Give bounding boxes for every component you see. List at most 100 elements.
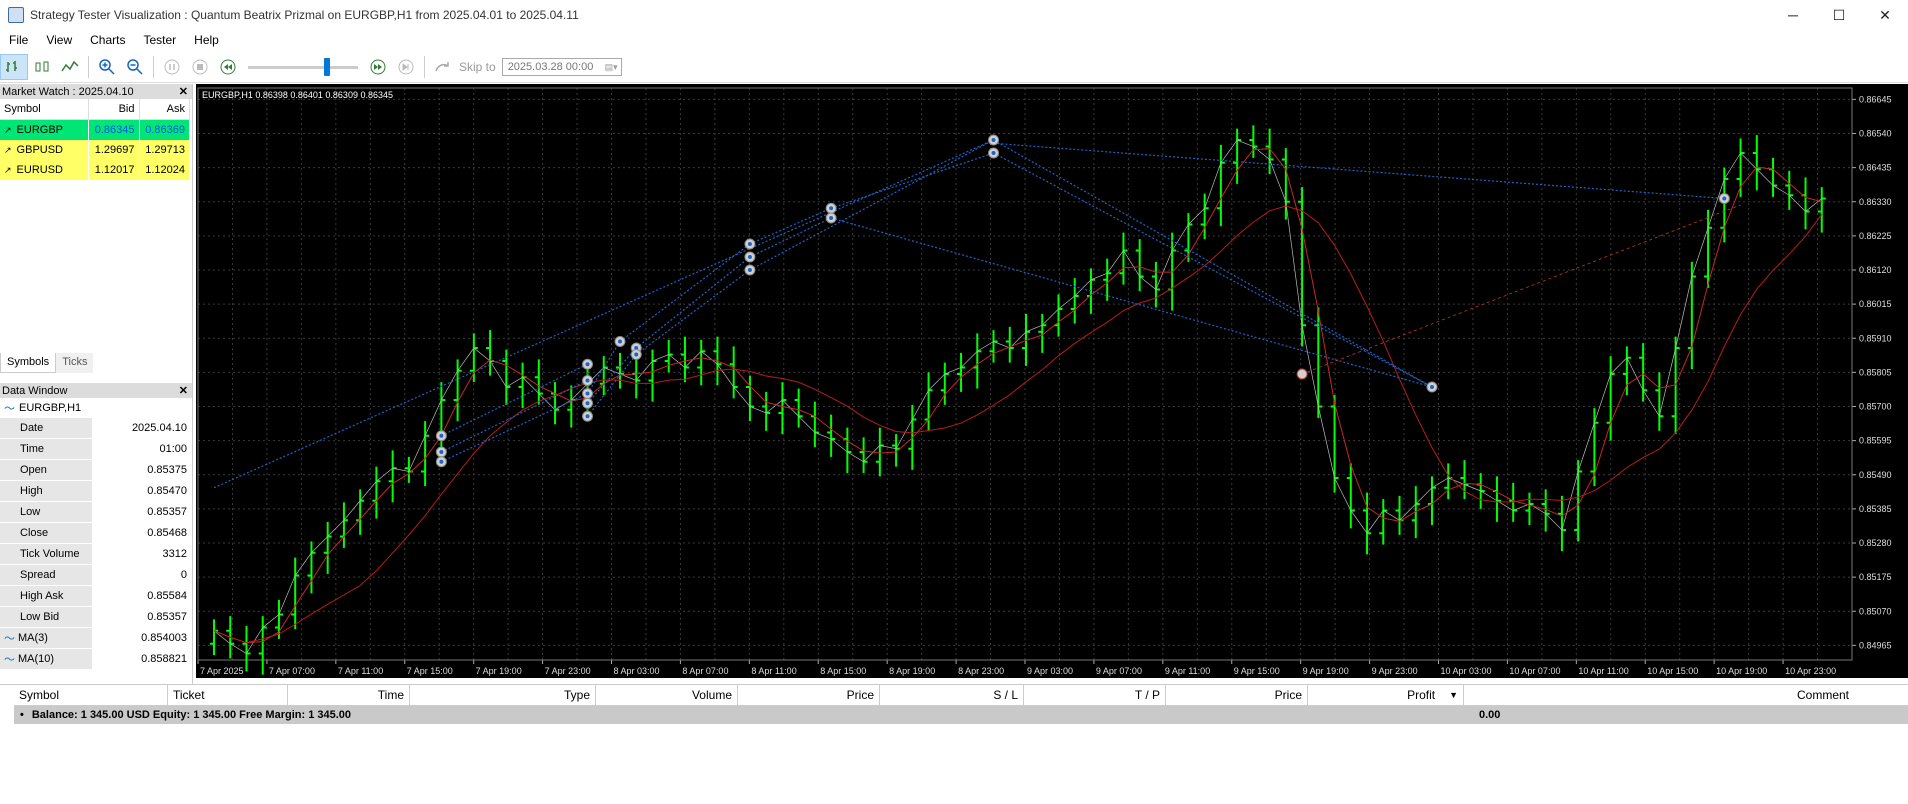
data-window-row: 〜 MA(10) 0.858821	[0, 649, 192, 670]
skip-to-date-field[interactable]: 2025.03.28 00:00 ▤▾	[501, 58, 622, 76]
x-tick-label: 7 Apr 15:00	[407, 666, 453, 676]
data-window-header: Data Window ✕	[0, 383, 192, 398]
ask-cell: 1.29713	[139, 140, 190, 160]
toolbar: Skip to 2025.03.28 00:00 ▤▾	[0, 52, 1908, 83]
orders-header: Symbol Ticket Time Type Volume Price S /…	[14, 685, 1908, 706]
data-window-key: Low Bid	[0, 607, 92, 627]
data-window-value: 0.85357	[147, 506, 187, 518]
line-chart-button[interactable]	[56, 54, 84, 80]
fast-forward-icon	[370, 59, 386, 75]
market-watch-row[interactable]: ↗ EURGBP 0.86345 0.86369	[0, 119, 190, 140]
y-tick-label: 0.86330	[1859, 197, 1892, 207]
data-window-value: 0.85375	[147, 464, 187, 476]
market-watch-tabs: Symbols Ticks	[0, 353, 192, 373]
data-window-close-icon[interactable]: ✕	[179, 384, 188, 397]
toolbar-divider	[424, 56, 425, 78]
data-window-row: High Ask 0.85584	[0, 586, 192, 607]
trade-marker-dot	[1722, 196, 1727, 201]
speed-up-button[interactable]	[364, 54, 392, 80]
menu-bar: File View Charts Tester Help	[0, 30, 1908, 50]
balance-bullet-icon: •	[20, 709, 24, 721]
line-chart-icon	[61, 60, 79, 72]
data-window-key-label: MA(3)	[18, 632, 48, 644]
zoom-in-icon	[99, 59, 115, 75]
tab-ticks[interactable]: Ticks	[56, 353, 94, 373]
data-window-row: Low 0.85357	[0, 502, 192, 523]
y-tick-label: 0.85910	[1859, 333, 1892, 343]
trade-panel: Symbol Ticket Time Type Volume Price S /…	[0, 684, 1908, 804]
y-tick-label: 0.85805	[1859, 367, 1892, 377]
data-window-key: Tick Volume	[0, 544, 92, 564]
data-window-value: 3312	[162, 548, 187, 560]
price-chart[interactable]: 0.86645 0.86540 0.86435 0.86330 0.86225 0.861…	[196, 84, 1908, 678]
slow-down-button[interactable]	[214, 54, 242, 80]
zoom-out-button[interactable]	[121, 54, 149, 80]
col-comment[interactable]: Comment	[1464, 685, 1854, 705]
x-tick-label: 10 Apr 15:00	[1647, 666, 1698, 676]
minimize-button[interactable]: ─	[1770, 0, 1816, 30]
col-symbol[interactable]: Symbol	[14, 685, 168, 705]
col-bid[interactable]: Bid	[88, 99, 140, 120]
trade-line	[441, 392, 588, 463]
menu-charts[interactable]: Charts	[81, 33, 134, 47]
col-time[interactable]: Time	[288, 685, 410, 705]
close-button[interactable]: ✕	[1862, 0, 1908, 30]
data-window-symbol-row: 〜 EURGBP,H1	[0, 398, 192, 418]
data-window-key: 〜 MA(10)	[0, 649, 92, 669]
zoom-out-icon	[127, 59, 143, 75]
balance-row[interactable]: • Balance: 1 345.00 USD Equity: 1 345.00…	[14, 706, 1908, 724]
market-watch-row[interactable]: ↗ EURUSD 1.12017 1.12024	[0, 160, 190, 180]
col-type[interactable]: Type	[410, 685, 596, 705]
y-tick-label: 0.85385	[1859, 504, 1892, 514]
candlestick-button[interactable]	[28, 54, 56, 80]
x-tick-label: 9 Apr 23:00	[1372, 666, 1418, 676]
col-tp[interactable]: T / P	[1024, 685, 1166, 705]
col-ticket[interactable]: Ticket	[168, 685, 288, 705]
close-line	[213, 139, 1822, 654]
x-tick-label: 8 Apr 11:00	[751, 666, 796, 676]
col-volume[interactable]: Volume	[596, 685, 738, 705]
menu-tester[interactable]: Tester	[134, 33, 185, 47]
data-window: Data Window ✕ 〜 EURGBP,H1 Date 2025.04.10…	[0, 383, 192, 670]
menu-file[interactable]: File	[0, 33, 37, 47]
trade-marker-dot	[585, 401, 590, 406]
toolbar-divider	[153, 56, 154, 78]
skip-to-button[interactable]	[429, 54, 457, 80]
col-symbol[interactable]: Symbol	[0, 99, 89, 120]
data-window-value: 0.85584	[147, 590, 187, 602]
market-watch-row[interactable]: ↗ GBPUSD 1.29697 1.29713	[0, 140, 190, 160]
col-profit-label: Profit	[1407, 688, 1436, 702]
stop-button[interactable]	[186, 54, 214, 80]
data-window-key-label: Time	[20, 443, 45, 455]
balance-profit: 0.00	[1479, 709, 1501, 721]
bar-chart-button[interactable]	[0, 54, 28, 80]
data-window-value: 0.85357	[147, 611, 187, 623]
data-window-key-label: Date	[20, 422, 44, 434]
speed-slider[interactable]	[248, 54, 358, 80]
col-price[interactable]: Price	[738, 685, 880, 705]
maximize-button[interactable]: ☐	[1816, 0, 1862, 30]
slider-thumb[interactable]	[324, 58, 330, 76]
trade-marker-dot	[439, 433, 444, 438]
col-ask[interactable]: Ask	[139, 99, 190, 120]
x-tick-label: 7 Apr 2025	[200, 666, 244, 676]
calendar-dropdown-icon[interactable]: ▤▾	[605, 62, 618, 73]
menu-view[interactable]: View	[37, 33, 81, 47]
price-chart-svg: 0.86645 0.86540 0.86435 0.86330 0.86225 0.861…	[197, 87, 1892, 676]
col-profit[interactable]: Profit ▼	[1308, 685, 1464, 705]
data-window-key-label: Spread	[20, 569, 56, 581]
trade-marker	[1296, 368, 1308, 380]
pause-button[interactable]	[158, 54, 186, 80]
col-current-price[interactable]: Price	[1166, 685, 1308, 705]
x-tick-label: 10 Apr 03:00	[1441, 666, 1492, 676]
symbol-cell: ↗ EURGBP	[0, 119, 89, 140]
col-sl[interactable]: S / L	[880, 685, 1024, 705]
menu-help[interactable]: Help	[185, 33, 228, 47]
data-window-key-label: MA(10)	[18, 653, 55, 665]
skip-end-button[interactable]	[392, 54, 420, 80]
trade-line	[441, 363, 588, 437]
zoom-in-button[interactable]	[93, 54, 121, 80]
tab-symbols[interactable]: Symbols	[0, 353, 57, 373]
market-watch-close-icon[interactable]: ✕	[179, 85, 188, 98]
x-tick-label: 8 Apr 19:00	[889, 666, 935, 676]
